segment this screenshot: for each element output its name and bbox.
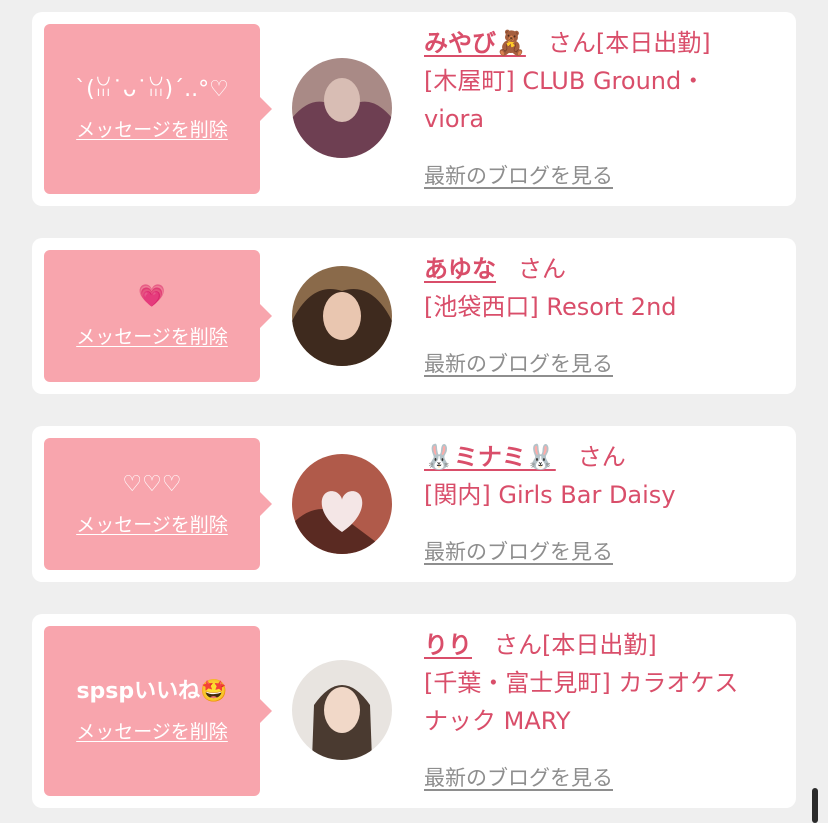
avatar-image [292,660,392,760]
girl-name-link[interactable]: 🐰ミナミ🐰 [424,443,556,471]
honorific: さん [547,29,596,57]
avatar-image [292,58,392,158]
shop-name: [池袋西口] Resort 2nd [424,293,677,321]
message-bubble: spspいいね🤩 メッセージを削除 [44,626,272,796]
honorific: さん [577,443,626,471]
avatar[interactable] [292,454,392,554]
girl-name-link[interactable]: みやび🧸 [424,29,526,57]
girl-info: 🐰ミナミ🐰 さん [関内] Girls Bar Daisy [424,438,776,514]
status-badge: [本日出勤] [595,29,711,57]
message-text: 💗 [138,284,166,309]
delete-message-link[interactable]: メッセージを削除 [76,118,228,142]
avatar[interactable] [292,266,392,366]
shop-name: [木屋町] CLUB Ground・ [424,67,706,95]
message-bubble: `(ꈍ˙ᴗ˙ꈍ)´..°♡ メッセージを削除 [44,24,272,194]
girl-name-link[interactable]: あゆな [424,255,496,283]
message-card: `(ꈍ˙ᴗ˙ꈍ)´..°♡ メッセージを削除 みやび🧸 さん[本日出勤] [木屋町… [32,12,796,206]
avatar-image [292,454,392,554]
message-bubble: 💗 メッセージを削除 [44,250,272,382]
message-card: spspいいね🤩 メッセージを削除 りり さん[本日出勤] [千葉・富士見町] カ… [32,614,796,808]
honorific: さん [494,631,542,659]
message-text: ♡♡♡ [122,472,182,497]
delete-message-link[interactable]: メッセージを削除 [76,325,228,349]
girl-name-link[interactable]: りり [424,631,472,659]
latest-blog-link[interactable]: 最新のブログを見る [424,348,613,378]
delete-message-link[interactable]: メッセージを削除 [76,720,228,744]
message-text: spspいいね🤩 [76,679,228,704]
shop-name: [千葉・富士見町] カラオケス [424,669,739,697]
girl-info: あゆな さん [池袋西口] Resort 2nd [424,250,776,326]
latest-blog-link[interactable]: 最新のブログを見る [424,536,613,566]
delete-message-link[interactable]: メッセージを削除 [76,513,228,537]
scrollbar[interactable] [812,788,818,823]
status-badge: [本日出勤] [542,631,657,659]
avatar-image [292,266,392,366]
shop-name-cont: ナック MARY [424,707,571,735]
avatar[interactable] [292,660,392,760]
girl-info: りり さん[本日出勤] [千葉・富士見町] カラオケス ナック MARY [424,626,776,740]
shop-name-cont: viora [424,105,485,133]
latest-blog-link[interactable]: 最新のブログを見る [424,160,613,190]
message-text: `(ꈍ˙ᴗ˙ꈍ)´..°♡ [75,77,229,102]
message-card: ♡♡♡ メッセージを削除 🐰ミナミ🐰 さん [関内] Girls Bar Dais… [32,426,796,582]
message-card: 💗 メッセージを削除 あゆな さん [池袋西口] Resort 2nd 最新のブロ… [32,238,796,394]
avatar[interactable] [292,58,392,158]
latest-blog-link[interactable]: 最新のブログを見る [424,762,613,792]
girl-info: みやび🧸 さん[本日出勤] [木屋町] CLUB Ground・ viora [424,24,776,138]
shop-name: [関内] Girls Bar Daisy [424,481,676,509]
honorific: さん [518,255,566,283]
message-bubble: ♡♡♡ メッセージを削除 [44,438,272,570]
